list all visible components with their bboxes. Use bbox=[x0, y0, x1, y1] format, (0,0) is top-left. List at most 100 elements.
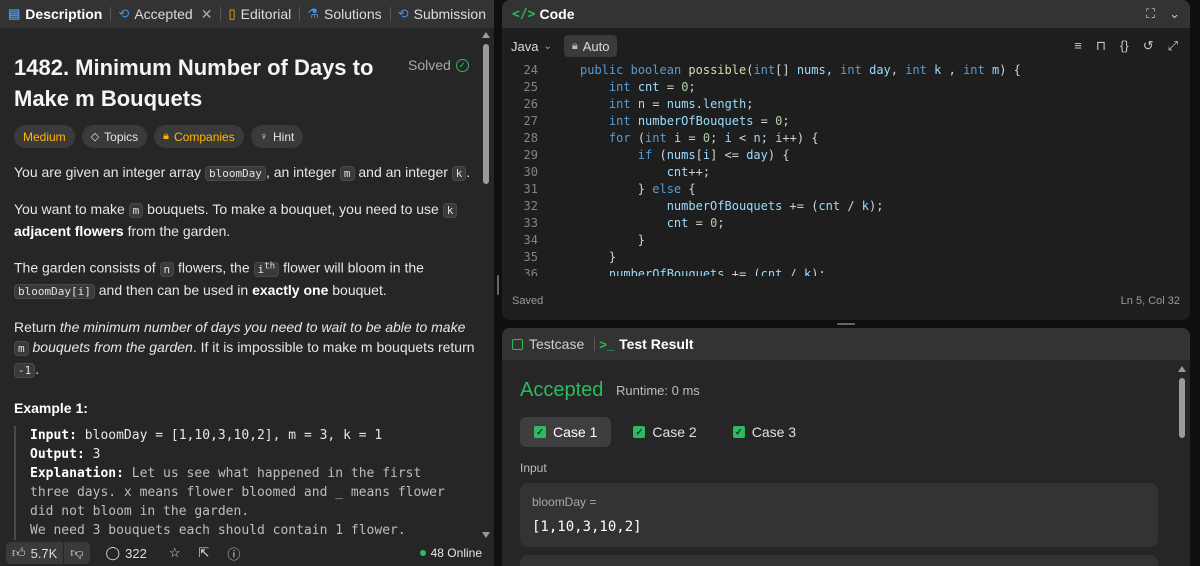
hint-button[interactable]: ♀ Hint bbox=[250, 125, 304, 148]
case-label: Case 2 bbox=[652, 424, 697, 440]
code-line[interactable]: 28 for (int i = 0; i < n; i++) { bbox=[502, 130, 1190, 147]
auto-mode-button[interactable]: 🔒︎ Auto bbox=[563, 35, 618, 57]
code-line[interactable]: 26 int n = nums.length; bbox=[502, 96, 1190, 113]
tab-submissions[interactable]: ⟲ Submission bbox=[390, 0, 494, 28]
bookmark-icon[interactable]: ⊓ bbox=[1096, 38, 1106, 54]
code-editor[interactable]: 24 public boolean possible(int[] nums, in… bbox=[502, 62, 1190, 276]
solved-status: Solved ✓ bbox=[408, 57, 469, 73]
expand-icon[interactable]: ⤢ bbox=[1168, 38, 1178, 54]
case-2-button[interactable]: ✓ Case 2 bbox=[619, 417, 710, 447]
desc-paragraph-1: You are given an integer array bloomDay,… bbox=[14, 162, 476, 184]
line-number: 31 bbox=[523, 182, 538, 196]
code-line[interactable]: 30 cnt++; bbox=[502, 164, 1190, 181]
explanation-line: did not bloom in the garden. bbox=[30, 504, 250, 519]
code-line[interactable]: 27 int numberOfBouquets = 0; bbox=[502, 113, 1190, 130]
comments-button[interactable]: ◯ 322 bbox=[100, 542, 153, 564]
companies-button[interactable]: 🔒︎ Companies bbox=[154, 125, 244, 148]
braces-icon[interactable]: {} bbox=[1120, 38, 1129, 54]
example-input: Input: bloomDay = [1,10,3,10,2], m = 3, … bbox=[30, 426, 474, 445]
chevron-down-icon[interactable]: ⌄ bbox=[1169, 6, 1180, 22]
flask-icon: ⚗ bbox=[307, 6, 320, 21]
dislike-button[interactable]: 👎︎ bbox=[64, 542, 90, 564]
save-status: Saved bbox=[512, 295, 544, 307]
code-line[interactable]: 35 } bbox=[502, 249, 1190, 266]
code-text: } else { bbox=[580, 182, 696, 196]
explanation-line: We need 3 bouquets each should contain 1… bbox=[30, 523, 406, 538]
code-toolbar: Java ⌄ 🔒︎ Auto ≡ ⊓ {} ↺ ⤢ bbox=[502, 34, 1190, 58]
checkbox-icon bbox=[512, 338, 523, 350]
close-icon[interactable]: ✕ bbox=[201, 6, 213, 23]
tag-row: Medium ◇ Topics 🔒︎ Companies ♀ Hint bbox=[14, 125, 304, 148]
scroll-up-icon[interactable] bbox=[482, 32, 490, 38]
code-line[interactable]: 32 numberOfBouquets += (cnt / k); bbox=[502, 198, 1190, 215]
cursor-position: Ln 5, Col 32 bbox=[1120, 295, 1180, 307]
tab-accepted[interactable]: ⟲ Accepted ✕ bbox=[110, 0, 220, 28]
tab-testcase[interactable]: Testcase bbox=[502, 336, 594, 352]
vertical-splitter[interactable] bbox=[494, 0, 502, 566]
like-button[interactable]: 👍︎ 5.7K bbox=[6, 542, 64, 564]
topics-button[interactable]: ◇ Topics bbox=[81, 125, 148, 148]
explanation-line: three days. x means flower bloomed and _… bbox=[30, 485, 445, 500]
language-select[interactable]: Java ⌄ bbox=[511, 39, 552, 54]
text: The garden consists of bbox=[14, 259, 160, 276]
text: . bbox=[466, 164, 471, 180]
case-tabs: ✓ Case 1 ✓ Case 2 ✓ Case 3 bbox=[520, 417, 810, 447]
desc-paragraph-3: The garden consists of n flowers, the it… bbox=[14, 256, 476, 302]
result-scrollbar[interactable] bbox=[1178, 364, 1186, 564]
code-line[interactable]: 34 } bbox=[502, 232, 1190, 249]
line-number: 34 bbox=[523, 233, 538, 247]
share-button[interactable]: ⇱ bbox=[192, 542, 215, 564]
code-text: numberOfBouquets += (cnt / k); bbox=[666, 199, 884, 213]
code-line[interactable]: 31 } else { bbox=[502, 181, 1190, 198]
maximize-icon[interactable]: ⛶ bbox=[1146, 6, 1155, 22]
inline-code: k bbox=[442, 203, 458, 218]
case-3-button[interactable]: ✓ Case 3 bbox=[719, 417, 810, 447]
code-line[interactable]: 24 public boolean possible(int[] nums, in… bbox=[502, 62, 1190, 79]
tab-editorial[interactable]: ▯ Editorial bbox=[221, 0, 300, 28]
scrollbar-thumb[interactable] bbox=[1179, 378, 1185, 438]
case-label: Case 3 bbox=[751, 424, 797, 440]
format-icon[interactable]: ≡ bbox=[1074, 38, 1082, 54]
tab-description[interactable]: ▤ Description bbox=[0, 0, 110, 28]
scroll-down-icon[interactable] bbox=[482, 532, 490, 538]
text: from the garden. bbox=[123, 223, 231, 239]
splitter-grip[interactable] bbox=[837, 323, 855, 325]
problem-title[interactable]: 1482. Minimum Number of Days to Make m B… bbox=[14, 52, 394, 114]
code-line[interactable]: 33 cnt = 0; bbox=[502, 215, 1190, 232]
text: , an integer bbox=[265, 164, 340, 180]
code-icon: </> bbox=[512, 6, 536, 22]
inline-code: k bbox=[451, 166, 467, 181]
checkbox-icon: ✓ bbox=[534, 426, 546, 438]
terminal-icon: >_ bbox=[599, 336, 615, 352]
problem-description: You are given an integer array bloomDay,… bbox=[14, 162, 476, 396]
difficulty-badge: Medium bbox=[14, 125, 75, 148]
reset-icon[interactable]: ↺ bbox=[1143, 38, 1154, 54]
code-line[interactable]: 29 if (nums[i] <= day) { bbox=[502, 147, 1190, 164]
runtime: Runtime: 0 ms bbox=[616, 383, 700, 398]
editor-actions: ≡ ⊓ {} ↺ ⤢ bbox=[1074, 38, 1178, 54]
tab-testcase-label: Testcase bbox=[529, 336, 585, 352]
code-line[interactable]: 25 int cnt = 0; bbox=[502, 79, 1190, 96]
scrollbar-thumb[interactable] bbox=[483, 44, 489, 184]
tab-editorial-label: Editorial bbox=[240, 6, 292, 22]
code-line[interactable]: 36 numberOfBouquets += (cnt / k); bbox=[502, 266, 1190, 276]
code-text: public boolean possible(int[] nums, int … bbox=[580, 63, 1021, 77]
code-header: </> Code ⛶ ⌄ bbox=[502, 0, 1190, 28]
line-number: 36 bbox=[523, 267, 538, 276]
case-1-button[interactable]: ✓ Case 1 bbox=[520, 417, 612, 447]
description-scrollbar[interactable] bbox=[482, 30, 490, 540]
splitter-grip[interactable] bbox=[497, 275, 499, 295]
favorite-button[interactable]: ☆ bbox=[163, 542, 187, 564]
help-button[interactable]: ⓘ bbox=[221, 542, 246, 564]
code-text: int n = nums.length; bbox=[608, 97, 754, 111]
example-title: Example 1: bbox=[14, 400, 88, 416]
italic-text: the minimum number of days you need to w… bbox=[59, 318, 466, 335]
tab-solutions[interactable]: ⚗ Solutions bbox=[299, 0, 389, 28]
example-output: Output: 3 bbox=[30, 445, 474, 464]
description-footer: 👍︎ 5.7K 👎︎ ◯ 322 ☆ ⇱ ⓘ 48 Online bbox=[0, 540, 494, 566]
scroll-up-icon[interactable] bbox=[1178, 366, 1186, 372]
tab-test-result[interactable]: >_ Test Result bbox=[595, 336, 703, 352]
horizontal-splitter[interactable] bbox=[502, 320, 1190, 328]
bold-text: adjacent flowers bbox=[14, 223, 124, 239]
text: flower will bloom in the bbox=[279, 259, 424, 276]
